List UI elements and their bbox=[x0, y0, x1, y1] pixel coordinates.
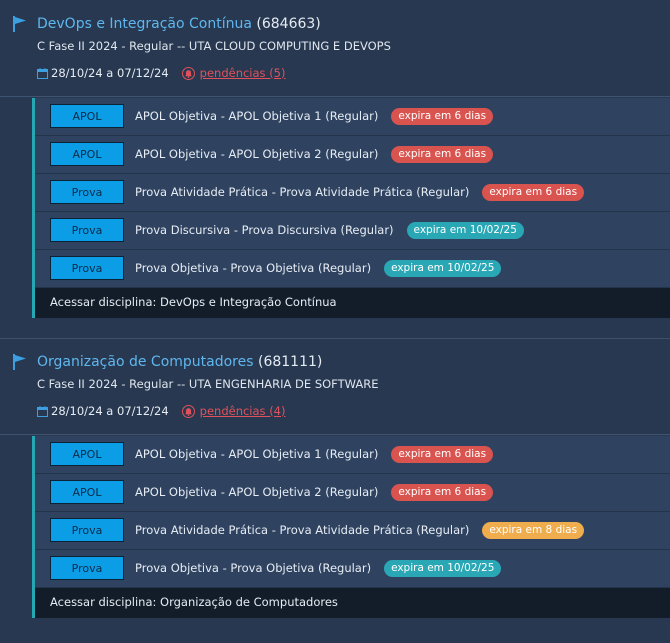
activity-label: APOL Objetiva - APOL Objetiva 2 (Regular… bbox=[135, 484, 494, 501]
activity-type-button[interactable]: Prova bbox=[50, 180, 124, 204]
expiry-badge: expira em 6 dias bbox=[482, 184, 585, 201]
expiry-badge: expira em 6 dias bbox=[391, 146, 494, 163]
divider bbox=[0, 96, 670, 97]
activity-title: Prova Discursiva - Prova Discursiva (Reg… bbox=[135, 223, 394, 237]
activity-row[interactable]: APOL APOL Objetiva - APOL Objetiva 2 (Re… bbox=[35, 474, 670, 512]
activity-title: APOL Objetiva - APOL Objetiva 2 (Regular… bbox=[135, 485, 379, 499]
course-dates: 28/10/24 a 07/12/24 bbox=[51, 66, 169, 80]
activity-title: APOL Objetiva - APOL Objetiva 1 (Regular… bbox=[135, 447, 379, 461]
flag-icon bbox=[13, 16, 26, 32]
activity-label: Prova Objetiva - Prova Objetiva (Regular… bbox=[135, 560, 502, 577]
activity-label: APOL Objetiva - APOL Objetiva 1 (Regular… bbox=[135, 446, 494, 463]
activity-title: Prova Atividade Prática - Prova Atividad… bbox=[135, 185, 470, 199]
activity-list: APOL APOL Objetiva - APOL Objetiva 1 (Re… bbox=[32, 436, 670, 618]
activity-label: Prova Atividade Prática - Prova Atividad… bbox=[135, 184, 585, 201]
bell-icon bbox=[181, 404, 195, 418]
expiry-badge: expira em 6 dias bbox=[391, 484, 494, 501]
activity-title: Prova Objetiva - Prova Objetiva (Regular… bbox=[135, 561, 372, 575]
activity-type-button[interactable]: APOL bbox=[50, 442, 124, 466]
activity-row[interactable]: Prova Prova Discursiva - Prova Discursiv… bbox=[35, 212, 670, 250]
course-code: (684663) bbox=[256, 16, 321, 32]
calendar-icon bbox=[37, 405, 48, 417]
activity-type-button[interactable]: Prova bbox=[50, 556, 124, 580]
course-header: DevOps e Integração Contínua (684663) C … bbox=[0, 0, 670, 96]
activity-row[interactable]: APOL APOL Objetiva - APOL Objetiva 2 (Re… bbox=[35, 136, 670, 174]
expiry-badge: expira em 10/02/25 bbox=[406, 222, 524, 239]
activity-type-button[interactable]: APOL bbox=[50, 142, 124, 166]
activity-list: APOL APOL Objetiva - APOL Objetiva 1 (Re… bbox=[32, 98, 670, 318]
course-name-link[interactable]: DevOps e Integração Contínua bbox=[37, 16, 252, 32]
course-code: (681111) bbox=[258, 354, 323, 370]
activity-row[interactable]: Prova Prova Objetiva - Prova Objetiva (R… bbox=[35, 250, 670, 288]
expiry-badge: expira em 6 dias bbox=[391, 446, 494, 463]
flag-icon bbox=[13, 354, 26, 370]
course-subtitle: C Fase II 2024 - Regular -- UTA ENGENHAR… bbox=[37, 377, 379, 391]
pending-link[interactable]: pendências (5) bbox=[200, 66, 286, 80]
activity-label: Prova Discursiva - Prova Discursiva (Reg… bbox=[135, 222, 524, 239]
activity-label: Prova Atividade Prática - Prova Atividad… bbox=[135, 522, 585, 539]
activity-title: Prova Objetiva - Prova Objetiva (Regular… bbox=[135, 261, 372, 275]
activity-row[interactable]: Prova Prova Atividade Prática - Prova At… bbox=[35, 174, 670, 212]
activity-title: APOL Objetiva - APOL Objetiva 1 (Regular… bbox=[135, 109, 379, 123]
activity-title: Prova Atividade Prática - Prova Atividad… bbox=[135, 523, 470, 537]
activity-type-button[interactable]: APOL bbox=[50, 480, 124, 504]
activity-row[interactable]: APOL APOL Objetiva - APOL Objetiva 1 (Re… bbox=[35, 98, 670, 136]
pending-link[interactable]: pendências (4) bbox=[200, 404, 286, 418]
activity-label: APOL Objetiva - APOL Objetiva 1 (Regular… bbox=[135, 108, 494, 125]
activity-type-button[interactable]: Prova bbox=[50, 256, 124, 280]
course-title: Organização de Computadores (681111) bbox=[37, 354, 322, 370]
activity-type-button[interactable]: Prova bbox=[50, 518, 124, 542]
activity-row[interactable]: Prova Prova Objetiva - Prova Objetiva (R… bbox=[35, 550, 670, 588]
course-header: Organização de Computadores (681111) C F… bbox=[0, 338, 670, 434]
course-meta: 28/10/24 a 07/12/24 pendências (4) bbox=[37, 404, 286, 418]
activity-title: APOL Objetiva - APOL Objetiva 2 (Regular… bbox=[135, 147, 379, 161]
activity-row[interactable]: APOL APOL Objetiva - APOL Objetiva 1 (Re… bbox=[35, 436, 670, 474]
course-meta: 28/10/24 a 07/12/24 pendências (5) bbox=[37, 66, 286, 80]
course-name-link[interactable]: Organização de Computadores bbox=[37, 354, 254, 370]
access-course-link[interactable]: Acessar disciplina: DevOps e Integração … bbox=[35, 288, 670, 318]
course-dates: 28/10/24 a 07/12/24 bbox=[51, 404, 169, 418]
course-subtitle: C Fase II 2024 - Regular -- UTA CLOUD CO… bbox=[37, 39, 391, 53]
course-card: DevOps e Integração Contínua (684663) C … bbox=[0, 0, 670, 318]
divider bbox=[0, 434, 670, 435]
calendar-icon bbox=[37, 67, 48, 79]
activity-label: APOL Objetiva - APOL Objetiva 2 (Regular… bbox=[135, 146, 494, 163]
access-course-link[interactable]: Acessar disciplina: Organização de Compu… bbox=[35, 588, 670, 618]
course-card: Organização de Computadores (681111) C F… bbox=[0, 338, 670, 618]
bell-icon bbox=[181, 66, 195, 80]
expiry-badge: expira em 10/02/25 bbox=[384, 560, 502, 577]
course-title: DevOps e Integração Contínua (684663) bbox=[37, 16, 321, 32]
activity-type-button[interactable]: Prova bbox=[50, 218, 124, 242]
expiry-badge: expira em 8 dias bbox=[482, 522, 585, 539]
activity-type-button[interactable]: APOL bbox=[50, 104, 124, 128]
expiry-badge: expira em 6 dias bbox=[391, 108, 494, 125]
expiry-badge: expira em 10/02/25 bbox=[384, 260, 502, 277]
activity-row[interactable]: Prova Prova Atividade Prática - Prova At… bbox=[35, 512, 670, 550]
activity-label: Prova Objetiva - Prova Objetiva (Regular… bbox=[135, 260, 502, 277]
